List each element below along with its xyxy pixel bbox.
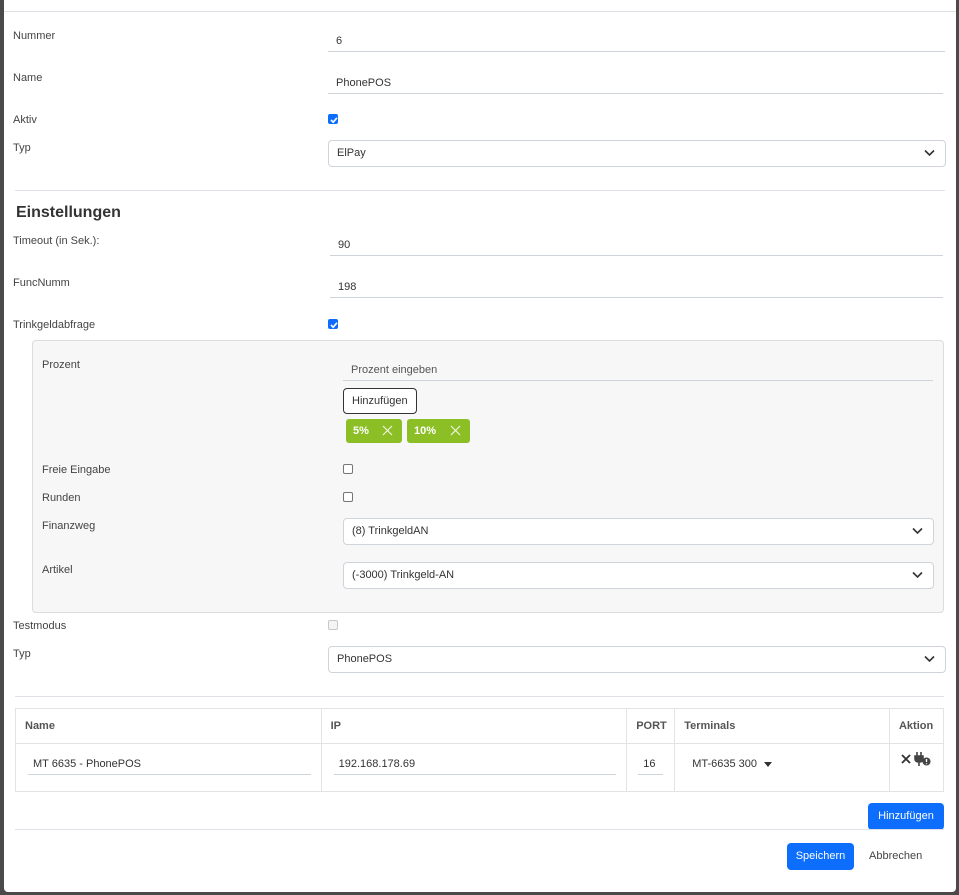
nummer-input[interactable]: 6 — [328, 30, 945, 52]
modal-dialog: Nummer 6 Name PhonePOS Aktiv Typ ElPay E… — [4, 0, 956, 892]
finanzweg-label: Finanzweg — [42, 520, 96, 532]
col-header-ip: IP — [320, 708, 628, 744]
terminal-ip-input[interactable]: 192.168.178.69 — [333, 753, 616, 775]
delete-icon[interactable] — [901, 754, 911, 764]
cell-ip: 192.168.178.69 — [320, 743, 628, 792]
funcnumm-label: FuncNumm — [13, 277, 70, 289]
timeout-input[interactable]: 90 — [330, 234, 943, 256]
terminals-table: Name IP PORT Terminals Aktion MT 6635 - … — [15, 708, 945, 792]
remove-tag-icon[interactable] — [450, 425, 461, 436]
percent-tag: 10% — [407, 419, 470, 443]
cell-name: MT 6635 - PhonePOS — [15, 743, 322, 792]
section-divider — [15, 696, 944, 697]
typ-label: Typ — [13, 142, 31, 154]
percent-tag: 5% — [346, 419, 402, 443]
section-divider — [15, 190, 945, 191]
add-terminal-button[interactable]: Hinzufügen — [868, 803, 944, 830]
chevron-down-icon — [912, 571, 923, 579]
typ2-label: Typ — [13, 648, 31, 660]
timeout-label: Timeout (in Sek.): — [13, 235, 100, 247]
testmodus-checkbox[interactable] — [328, 620, 338, 630]
funcnumm-input[interactable]: 198 — [330, 276, 943, 298]
typ-select[interactable]: ElPay — [328, 140, 946, 167]
chevron-down-icon — [924, 149, 935, 157]
freie-eingabe-label: Freie Eingabe — [42, 464, 111, 476]
trinkgeld-label: Trinkgeldabfrage — [13, 319, 96, 331]
table-row: MT 6635 - PhonePOS 192.168.178.69 16 MT-… — [15, 743, 945, 792]
header-divider — [4, 11, 956, 12]
trinkgeld-checkbox[interactable] — [328, 319, 338, 329]
check-icon — [330, 322, 338, 329]
cell-aktion — [888, 743, 945, 792]
runden-label: Runden — [42, 492, 81, 504]
name-label: Name — [13, 72, 43, 84]
cancel-button[interactable]: Abbrechen — [869, 850, 922, 862]
testmodus-label: Testmodus — [13, 620, 67, 632]
prozent-input[interactable]: Prozent eingeben — [343, 359, 933, 381]
artikel-label: Artikel — [42, 564, 73, 576]
remove-tag-icon[interactable] — [382, 425, 393, 436]
percent-tag-label: 10% — [414, 425, 437, 437]
tip-settings-panel: Prozent Prozent eingeben Hinzufügen 5% 1… — [32, 340, 944, 613]
col-header-port: PORT — [626, 708, 676, 744]
cell-terminals: MT-6635 300 — [674, 743, 890, 792]
percent-tag-label: 5% — [353, 425, 369, 437]
cell-port: 16 — [626, 743, 676, 792]
terminal-dropdown[interactable]: MT-6635 300 — [692, 758, 773, 770]
nummer-label: Nummer — [13, 30, 56, 42]
aktiv-label: Aktiv — [13, 114, 37, 126]
caret-down-icon — [764, 761, 773, 767]
prozent-label: Prozent — [42, 359, 80, 371]
finanzweg-select-value: (8) TrinkgeldAN — [352, 525, 429, 537]
col-header-terminals: Terminals — [674, 708, 890, 744]
artikel-select-value: (-3000) Trinkgeld-AN — [352, 569, 455, 581]
finanzweg-select[interactable]: (8) TrinkgeldAN — [343, 518, 934, 545]
check-icon — [330, 117, 338, 124]
col-header-name: Name — [15, 708, 322, 744]
terminal-dropdown-value: MT-6635 300 — [692, 758, 758, 770]
footer-divider — [15, 829, 944, 830]
plug-status-icon[interactable] — [914, 752, 931, 766]
add-percent-button[interactable]: Hinzufügen — [343, 388, 417, 414]
settings-title: Einstellungen — [16, 204, 121, 221]
typ2-select[interactable]: PhonePOS — [328, 646, 946, 673]
chevron-down-icon — [912, 527, 923, 535]
typ2-select-value: PhonePOS — [337, 653, 393, 665]
name-input[interactable]: PhonePOS — [328, 72, 943, 94]
freie-eingabe-checkbox[interactable] — [343, 464, 353, 474]
typ-select-value: ElPay — [337, 147, 366, 159]
save-button[interactable]: Speichern — [787, 843, 854, 870]
col-header-aktion: Aktion — [888, 708, 945, 744]
runden-checkbox[interactable] — [343, 492, 353, 502]
table-header-row: Name IP PORT Terminals Aktion — [15, 708, 945, 744]
aktiv-checkbox[interactable] — [328, 114, 338, 124]
terminal-port-input[interactable]: 16 — [638, 753, 664, 775]
artikel-select[interactable]: (-3000) Trinkgeld-AN — [343, 562, 934, 589]
chevron-down-icon — [924, 655, 935, 663]
terminal-name-input[interactable]: MT 6635 - PhonePOS — [28, 753, 311, 775]
